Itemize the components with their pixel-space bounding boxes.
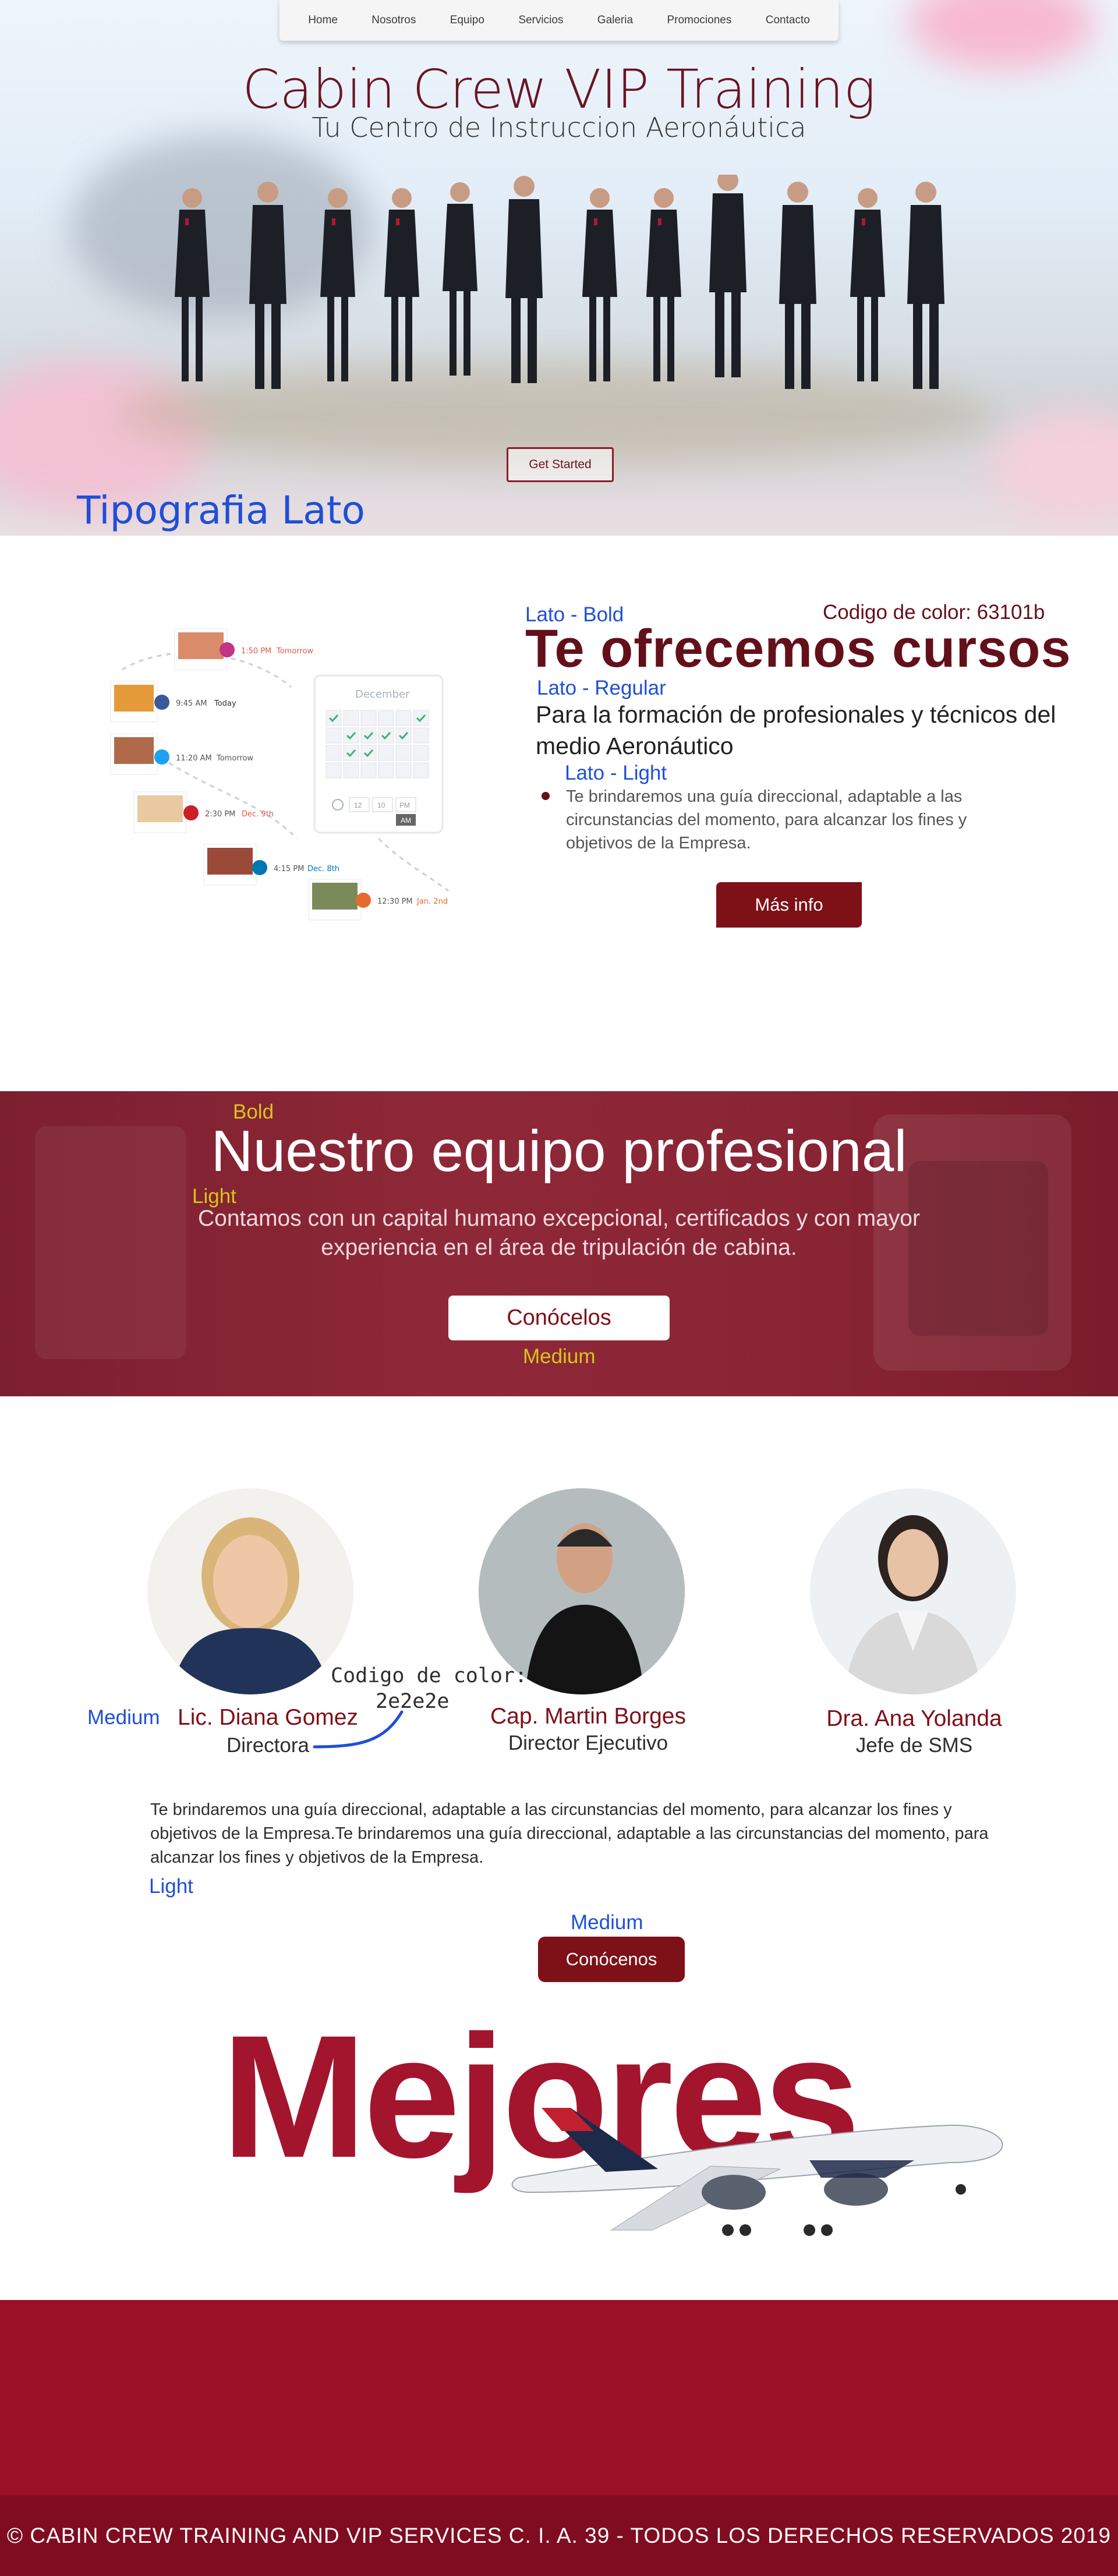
- member-name-ana: Dra. Ana Yolanda: [826, 1706, 1002, 1731]
- nav-item-servicios[interactable]: Servicios: [518, 14, 563, 27]
- note-medium-names: Medium: [87, 1706, 160, 1729]
- time-box-hour: 12: [354, 801, 362, 809]
- post-day-2: Today: [214, 699, 236, 708]
- hero-subtitle: Tu Centro de Instruccion Aeronáutica: [312, 112, 806, 143]
- conocelos-button[interactable]: Conócelos: [448, 1296, 670, 1340]
- note-color-code-label: Codigo de color:: [331, 1664, 528, 1687]
- nav-item-contacto[interactable]: Contacto: [766, 14, 810, 27]
- hero-title: Cabin Crew VIP Training: [242, 58, 876, 121]
- am-badge: AM: [401, 816, 411, 825]
- top-navigation: Home Nosotros Equipo Servicios Galeria P…: [280, 0, 838, 41]
- post-day-3: Tomorrow: [216, 754, 253, 763]
- typography-note: Tipografia Lato: [77, 488, 365, 533]
- post-time-3: 11:20 AM: [176, 754, 212, 763]
- footer-copyright: © CABIN CREW TRAINING AND VIP SERVICES C…: [6, 2524, 1112, 2547]
- get-started-button[interactable]: Get Started: [507, 447, 614, 482]
- courses-text: Te brindaremos una guía direccional, ada…: [566, 787, 967, 852]
- note-medium: Medium: [523, 1345, 596, 1368]
- team-title: Nuestro equipo profesional: [211, 1119, 907, 1184]
- team-text: Contamos con un capital humano excepcion…: [198, 1206, 920, 1260]
- nav-item-home[interactable]: Home: [308, 14, 338, 27]
- courses-subtitle: Para la formación de profesionales y téc…: [536, 701, 1056, 759]
- nav-item-galeria[interactable]: Galeria: [597, 14, 633, 27]
- post-day-4: Dec. 9th: [242, 810, 274, 819]
- post-time-1: 1:50 PM: [241, 647, 271, 656]
- post-time-5: 4:15 PM: [274, 865, 304, 873]
- post-time-4: 2:30 PM: [205, 810, 235, 819]
- member-role-martin: Director Ejecutivo: [508, 1732, 668, 1754]
- post-day-1: Tomorrow: [276, 647, 313, 656]
- conocenos-button[interactable]: Conócenos: [538, 1937, 685, 1982]
- nav-item-nosotros[interactable]: Nosotros: [372, 14, 416, 27]
- post-time-6: 12:30 PM: [377, 897, 413, 906]
- member-role-diana: Directora: [227, 1734, 309, 1757]
- footer-band: [0, 2300, 1118, 2496]
- social-calendar-illustration: December 12 10 PM AM 1:50 PM Tomorrow 9:4…: [110, 628, 449, 921]
- member-name-martin: Cap. Martin Borges: [490, 1704, 686, 1729]
- nav-item-equipo[interactable]: Equipo: [450, 14, 484, 27]
- member-role-ana: Jefe de SMS: [855, 1734, 973, 1757]
- note-lato-light: Lato - Light: [565, 762, 667, 784]
- team-paragraph: Te brindaremos una guía direccional, ada…: [150, 1800, 989, 1867]
- time-box-minute: 10: [377, 801, 385, 809]
- time-box-period: PM: [399, 801, 410, 809]
- cabin-crew-photo: [175, 175, 944, 389]
- post-day-6: Jan. 2nd: [416, 897, 448, 906]
- avatar-diana: [147, 1488, 353, 1694]
- nav-item-promociones[interactable]: Promociones: [667, 14, 731, 27]
- note-lato-regular: Lato - Regular: [537, 677, 666, 699]
- post-day-5: Dec. 8th: [307, 865, 339, 873]
- footer-bar: © CABIN CREW TRAINING AND VIP SERVICES C…: [0, 2496, 1118, 2576]
- note-medium-button: Medium: [571, 1911, 643, 1934]
- airplane-image: [511, 2108, 1003, 2236]
- mas-info-button[interactable]: Más info: [716, 882, 862, 928]
- calendar-month: December: [355, 688, 410, 700]
- avatar-martin: [479, 1488, 685, 1694]
- post-time-2: 9:45 AM: [176, 699, 207, 708]
- courses-title: Te ofrecemos cursos: [525, 619, 1071, 678]
- member-name-diana: Lic. Diana Gomez: [178, 1705, 358, 1730]
- avatar-ana: [810, 1488, 1016, 1694]
- note-light-paragraph: Light: [149, 1875, 193, 1898]
- bullet-dot: [542, 792, 550, 800]
